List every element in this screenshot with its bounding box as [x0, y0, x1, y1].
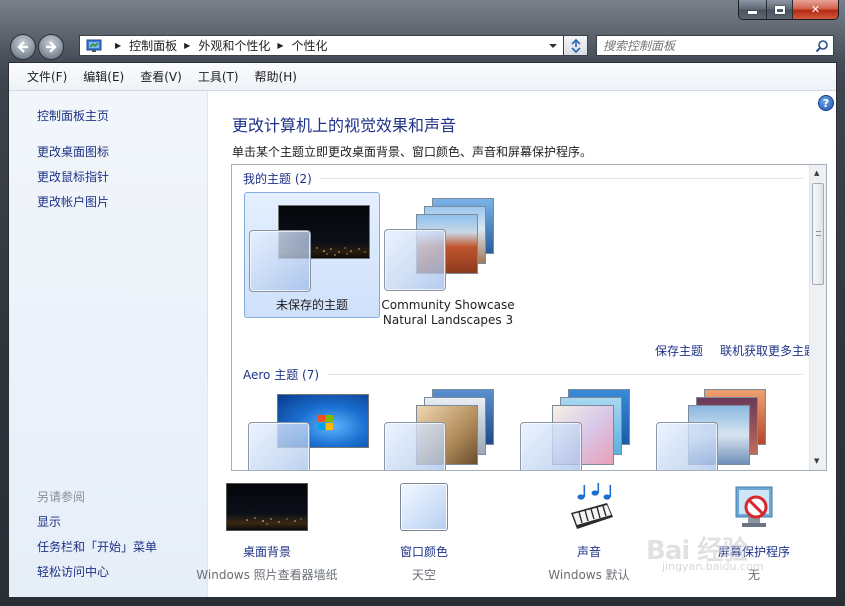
scrollbar-thumb[interactable] — [812, 183, 824, 285]
navigation-bar: ▶ 控制面板 ▶ 外观和个性化 ▶ 个性化 — [0, 28, 845, 62]
breadcrumb-separator-icon[interactable]: ▶ — [184, 41, 190, 50]
option-value: 天空 — [411, 568, 436, 582]
theme-name-line1: Community Showcase — [381, 298, 515, 312]
themes-list: 我的主题 (2) 未保存的主题 Community Showcase Natur… — [231, 164, 827, 471]
forward-arrow-icon — [46, 41, 57, 53]
scroll-down-icon[interactable]: ▼ — [814, 457, 819, 465]
theme-tile-aero-landscapes[interactable] — [652, 387, 788, 470]
breadcrumb-personalization[interactable]: 个性化 — [292, 37, 328, 54]
option-label[interactable]: 桌面背景 — [182, 543, 352, 560]
option-window-color[interactable]: 窗口颜色 天空 — [339, 481, 509, 591]
help-icon[interactable]: ? — [818, 95, 834, 111]
menu-edit[interactable]: 编辑(E) — [75, 63, 132, 91]
breadcrumb: 控制面板 ▶ 外观和个性化 ▶ 个性化 — [129, 37, 327, 54]
theme-tile-unsaved[interactable]: 未保存的主题 — [244, 192, 380, 318]
theme-links: 保存主题 联机获取更多主题 — [655, 342, 816, 359]
search-input[interactable] — [603, 38, 808, 53]
search-icon[interactable] — [815, 39, 829, 53]
see-also-ease-of-access[interactable]: 轻松访问中心 — [37, 563, 109, 580]
window-color-swatch — [520, 422, 582, 470]
save-theme-link[interactable]: 保存主题 — [655, 342, 703, 359]
see-also-display[interactable]: 显示 — [37, 513, 61, 530]
option-value: Windows 默认 — [548, 568, 630, 582]
theme-tile-aero-architecture[interactable] — [380, 387, 516, 470]
address-bar[interactable]: ▶ 控制面板 ▶ 外观和个性化 ▶ 个性化 — [79, 35, 564, 56]
theme-tile-aero-windows7[interactable] — [244, 387, 380, 470]
see-also-taskbar[interactable]: 任务栏和「开始」菜单 — [37, 538, 157, 555]
back-arrow-icon — [17, 41, 28, 53]
option-desktop-background[interactable]: 桌面背景 Windows 照片查看器墙纸 — [182, 481, 352, 591]
section-aero-themes-heading: Aero 主题 (7) — [243, 368, 320, 382]
maximize-button[interactable] — [766, 0, 792, 19]
control-panel-icon — [86, 39, 102, 52]
menu-view[interactable]: 查看(V) — [132, 63, 190, 91]
window-color-swatch — [656, 422, 718, 470]
section-my-themes-heading: 我的主题 (2) — [243, 172, 312, 186]
chevron-down-icon[interactable] — [548, 41, 558, 51]
divider — [327, 374, 803, 375]
sound-piano-icon — [571, 483, 613, 529]
theme-tile-aero-characters[interactable] — [516, 387, 652, 470]
menu-file[interactable]: 文件(F) — [19, 63, 75, 91]
breadcrumb-separator-icon: ▶ — [115, 41, 122, 50]
sidebar: 控制面板主页 更改桌面图标 更改鼠标指针 更改帐户图片 另请参阅 显示 任务栏和… — [9, 91, 208, 597]
refresh-button[interactable] — [564, 35, 588, 56]
page-description: 单击某个主题立即更改桌面背景、窗口颜色、声音和屏幕保护程序。 — [232, 145, 593, 159]
breadcrumb-control-panel[interactable]: 控制面板 — [129, 37, 177, 54]
theme-tile-community-showcase[interactable]: Community Showcase Natural Landscapes 3 — [380, 192, 516, 327]
window-color-swatch — [248, 422, 310, 470]
menu-help[interactable]: 帮助(H) — [247, 63, 305, 91]
watermark-url: jingyan.baidu.com — [662, 560, 764, 573]
option-value: Windows 照片查看器墙纸 — [196, 568, 338, 582]
menu-tools[interactable]: 工具(T) — [190, 63, 247, 91]
scroll-up-icon[interactable]: ▲ — [814, 169, 819, 177]
city-lights-image — [246, 517, 302, 525]
section-my-themes: 我的主题 (2) — [243, 170, 803, 187]
desktop-background-thumbnail — [226, 483, 308, 531]
close-icon: ✕ — [810, 3, 821, 16]
vertical-scrollbar[interactable]: ▲ ▼ — [809, 165, 826, 470]
main-content: ? 更改计算机上的视觉效果和声音 单击某个主题立即更改桌面背景、窗口颜色、声音和… — [196, 91, 836, 597]
minimize-button[interactable] — [739, 0, 766, 19]
search-box — [596, 35, 834, 56]
grip-icon — [816, 231, 821, 236]
refresh-icon — [570, 38, 581, 53]
sidebar-link-control-panel-home[interactable]: 控制面板主页 — [37, 107, 109, 124]
option-label[interactable]: 窗口颜色 — [339, 543, 509, 560]
sidebar-link-desktop-icons[interactable]: 更改桌面图标 — [37, 143, 109, 160]
window-color-swatch — [384, 229, 446, 291]
sidebar-link-mouse-pointers[interactable]: 更改鼠标指针 — [37, 168, 109, 185]
section-aero-themes: Aero 主题 (7) — [243, 366, 803, 383]
divider — [319, 178, 803, 179]
menu-bar: 文件(F) 编辑(E) 查看(V) 工具(T) 帮助(H) — [9, 63, 836, 91]
forward-button[interactable] — [38, 34, 64, 60]
theme-name: 未保存的主题 — [275, 298, 348, 312]
see-also-heading: 另请参阅 — [37, 490, 86, 504]
sidebar-link-account-picture[interactable]: 更改帐户图片 — [37, 193, 109, 210]
window-color-swatch — [400, 483, 448, 531]
client-area: 文件(F) 编辑(E) 查看(V) 工具(T) 帮助(H) 控制面板主页 更改桌… — [8, 62, 837, 598]
caption-buttons: ✕ — [738, 0, 839, 20]
window-color-swatch — [384, 422, 446, 470]
get-more-themes-link[interactable]: 联机获取更多主题 — [720, 342, 816, 359]
breadcrumb-appearance[interactable]: 外观和个性化 — [198, 37, 270, 54]
screen-saver-icon — [735, 486, 773, 527]
maximize-icon — [774, 5, 785, 14]
window-color-swatch — [249, 230, 311, 292]
close-button[interactable]: ✕ — [792, 0, 838, 19]
minimize-icon — [748, 11, 757, 14]
page-title: 更改计算机上的视觉效果和声音 — [232, 116, 457, 135]
theme-name-line2: Natural Landscapes 3 — [382, 313, 514, 327]
breadcrumb-separator-icon[interactable]: ▶ — [277, 41, 283, 50]
back-button[interactable] — [10, 34, 36, 60]
